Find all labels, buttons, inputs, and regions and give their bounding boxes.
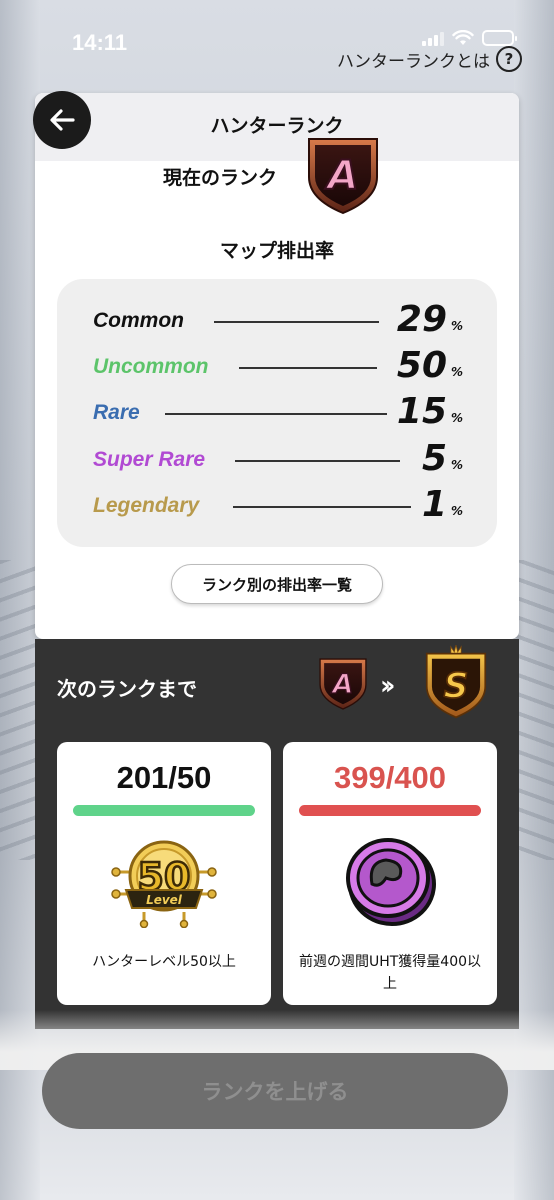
about-hunter-rank-label: ハンターランクとは (337, 51, 490, 72)
hunter-rank-card: ハンターランク 現在のランク A マップ排出率 Common 29 % Unco… (33, 91, 519, 639)
requirement-value: 399/400 (333, 760, 447, 795)
rate-name: Super Rare (93, 448, 206, 471)
system-icons (422, 30, 517, 46)
to-rank-badge-icon: S (421, 645, 491, 719)
next-rank-title: 次のランクまで (57, 677, 197, 701)
rate-row-super-rare: Super Rare 5 % (93, 438, 463, 480)
rate-name: Legendary (93, 494, 200, 517)
rate-divider (214, 321, 379, 323)
requirement-progress-bar (299, 805, 481, 816)
rate-unit: % (450, 411, 463, 425)
rank-rate-list-button[interactable]: ランク別の排出率一覧 (171, 564, 383, 604)
rate-unit: % (450, 504, 463, 518)
level-50-medal-icon: 50 Level (111, 840, 217, 928)
rate-unit: % (450, 458, 463, 472)
medal-sub-label: Level (146, 893, 183, 907)
requirement-card-level: 201/50 50 Level ハンターレベル50以上 (57, 742, 271, 1005)
rate-divider (239, 367, 377, 369)
requirement-card-uht: 399/400 前週の週間UHT獲得量400以上 (283, 742, 497, 1005)
rate-name: Rare (93, 401, 140, 424)
map-rate-table: Common 29 % Uncommon 50 % Rare 15 % Supe… (57, 279, 497, 547)
rate-name: Uncommon (93, 355, 209, 378)
rate-row-legendary: Legendary 1 % (93, 484, 463, 526)
signal-icon (422, 30, 444, 46)
rate-row-uncommon: Uncommon 50 % (93, 345, 463, 387)
rate-row-rare: Rare 15 % (93, 391, 463, 433)
rate-divider (233, 506, 411, 508)
rate-row-common: Common 29 % (93, 299, 463, 341)
rate-unit: % (450, 365, 463, 379)
next-rank-panel: 次のランクまで A ›› S 201/50 50 Level ハンターレベル50… (35, 639, 519, 1029)
rate-value: 5 (421, 438, 447, 479)
requirement-value: 201/50 (116, 760, 212, 795)
rank-up-button[interactable]: ランクを上げる (42, 1053, 508, 1129)
wifi-icon (452, 30, 474, 45)
rate-value: 1 (421, 484, 447, 525)
rate-divider (235, 460, 400, 462)
rate-value: 29 (396, 299, 447, 340)
requirement-description: 前週の週間UHT獲得量400以上 (298, 954, 482, 992)
to-rank-letter: S (444, 666, 469, 706)
rate-value: 15 (396, 391, 447, 432)
rate-name: Common (93, 309, 184, 332)
rate-unit: % (450, 319, 463, 333)
from-rank-letter: A (331, 669, 354, 700)
map-rate-title: マップ排出率 (219, 240, 334, 262)
rank-up-arrows-icon: ›› (380, 671, 396, 701)
rate-value: 50 (396, 345, 447, 386)
help-icon: ? (496, 46, 522, 72)
from-rank-badge-icon: A (316, 655, 370, 713)
current-rank-badge-icon: A (303, 133, 383, 215)
requirement-progress-bar (73, 805, 255, 816)
rate-divider (165, 413, 387, 415)
about-hunter-rank-link[interactable]: ハンターランクとは ? (337, 46, 522, 72)
card-title: ハンターランク (210, 115, 344, 137)
current-rank-letter: A (325, 153, 359, 199)
requirement-description: ハンターレベル50以上 (92, 954, 236, 970)
status-time: 14:11 (72, 30, 128, 55)
current-rank-label: 現在のランク (163, 167, 278, 189)
battery-icon (482, 30, 517, 46)
uht-coin-icon (346, 838, 436, 926)
